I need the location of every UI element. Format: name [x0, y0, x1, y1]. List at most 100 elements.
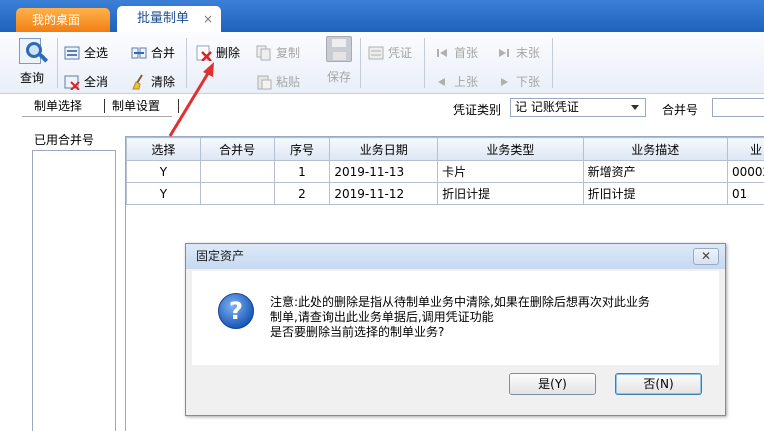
cell-select[interactable]: Y [126, 160, 201, 183]
column-header[interactable]: 业务日期 [329, 137, 439, 161]
tab-my-desktop[interactable]: 我的桌面 [16, 8, 110, 32]
cell-biz-no: 01 [727, 182, 764, 205]
cell-seq: 1 [273, 160, 331, 183]
tab-strip: 我的桌面 批量制单 × [0, 0, 764, 33]
dialog-message-line: 是否要删除当前选择的制单业务? [270, 325, 445, 339]
save-disk-icon [326, 36, 352, 62]
column-header[interactable]: 合并号 [199, 137, 275, 161]
chevron-down-icon [631, 105, 639, 110]
save-button[interactable]: 保存 [322, 36, 356, 85]
column-header[interactable]: 业务描述 [582, 137, 729, 161]
merge-no-input[interactable] [712, 98, 764, 117]
copy-button[interactable]: 复制 [256, 44, 300, 61]
column-header[interactable]: 选择 [126, 137, 201, 161]
tab-my-desktop-label: 我的桌面 [32, 13, 81, 27]
cell-seq: 2 [273, 182, 331, 205]
dialog-footer: 是(Y) 否(N) [186, 365, 725, 415]
next-label: 下张 [516, 75, 541, 89]
table-header-row: 选择 合并号 序号 业务日期 业务类型 业务描述 业 [126, 137, 764, 161]
cell-biz-type: 折旧计提 [437, 182, 584, 205]
merge-icon [131, 45, 147, 61]
cell-biz-desc: 新增资产 [582, 160, 729, 183]
merge-label: 合并 [151, 46, 176, 60]
tab-voucher-select[interactable]: 制单选择 [34, 97, 82, 114]
voucher-label: 凭证 [388, 46, 413, 60]
column-header[interactable]: 序号 [273, 137, 331, 161]
next-button[interactable]: 下张 [496, 73, 540, 90]
subtab-underline [22, 116, 172, 117]
voucher-type-select[interactable]: 记 记账凭证 [510, 98, 646, 117]
delete-label: 删除 [216, 46, 241, 60]
table-row[interactable]: Y 1 2019-11-13 卡片 新增资产 00002 [126, 160, 764, 183]
cell-date: 2019-11-13 [329, 160, 439, 183]
prev-icon [434, 74, 450, 90]
first-label: 首张 [454, 46, 479, 60]
cell-merge-no[interactable] [199, 160, 275, 183]
deselect-all-button[interactable]: 全消 [64, 73, 109, 91]
column-header[interactable]: 业 [727, 137, 764, 161]
next-icon [496, 74, 512, 90]
delete-button[interactable]: 删除 [196, 44, 241, 62]
copy-icon [256, 45, 272, 61]
toolbar-divider [186, 38, 187, 88]
prev-button[interactable]: 上张 [434, 73, 478, 90]
voucher-icon [368, 45, 384, 61]
last-icon [496, 45, 512, 61]
voucher-button[interactable]: 凭证 [368, 44, 412, 61]
magnifier-icon [16, 36, 49, 66]
cell-biz-type: 卡片 [437, 160, 584, 183]
column-header[interactable]: 业务类型 [437, 137, 584, 161]
tab-batch-voucher[interactable]: 批量制单 × [117, 6, 221, 33]
select-all-icon [64, 45, 80, 61]
cell-select[interactable]: Y [126, 182, 201, 205]
toolbar-divider [360, 38, 361, 88]
delete-icon [196, 45, 212, 62]
dialog-message-line: 注意:此处的删除是指从待制单业务中清除,如果在删除后想再次对此业务 [270, 295, 650, 309]
query-button[interactable]: 查询 [12, 36, 52, 86]
dialog-body: ? 注意:此处的删除是指从待制单业务中清除,如果在删除后想再次对此业务 制单,请… [192, 271, 719, 365]
toolbar: 查询 全选 全消 合并 清除 删除 复制 粘贴 保存 凭证 首张 末张 上张 下… [0, 32, 764, 94]
select-all-label: 全选 [84, 46, 109, 60]
tab-voucher-settings[interactable]: 制单设置 [112, 97, 160, 114]
save-label: 保存 [326, 70, 351, 84]
dialog-close-icon[interactable]: ✕ [693, 248, 719, 265]
confirm-dialog: 固定资产 ✕ ? 注意:此处的删除是指从待制单业务中清除,如果在删除后想再次对此… [185, 243, 726, 416]
deselect-icon [64, 74, 80, 91]
used-merge-no-list[interactable] [32, 150, 116, 431]
paste-icon [256, 74, 272, 90]
toolbar-divider [57, 38, 58, 88]
clear-broom-icon [131, 73, 147, 90]
query-label: 查询 [19, 71, 44, 85]
merge-no-label: 合并号 [662, 103, 699, 117]
dialog-title: 固定资产 [196, 249, 245, 263]
voucher-type-label: 凭证类别 [453, 103, 502, 117]
paste-label: 粘贴 [276, 75, 301, 89]
last-label: 末张 [516, 46, 541, 60]
cell-merge-no[interactable] [199, 182, 275, 205]
subtab-divider [104, 99, 105, 113]
subtab-bar: 制单选择 制单设置 [0, 95, 764, 119]
first-icon [434, 45, 450, 61]
merge-button[interactable]: 合并 [131, 44, 175, 61]
cell-biz-no: 00002 [727, 160, 764, 183]
dialog-title-bar: 固定资产 [186, 244, 725, 269]
clear-label: 清除 [151, 75, 176, 89]
clear-button[interactable]: 清除 [131, 73, 175, 90]
dialog-message-line: 制单,请查询出此业务单据后,调用凭证功能 [270, 310, 494, 324]
first-button[interactable]: 首张 [434, 44, 478, 61]
toolbar-divider [552, 38, 553, 88]
last-button[interactable]: 末张 [496, 44, 540, 61]
voucher-type-value: 记 记账凭证 [515, 100, 579, 114]
no-button[interactable]: 否(N) [615, 373, 702, 395]
deselect-all-label: 全消 [84, 75, 109, 89]
cell-biz-desc: 折旧计提 [582, 182, 729, 205]
copy-label: 复制 [276, 46, 301, 60]
tab-close-icon[interactable]: × [203, 6, 213, 32]
yes-button[interactable]: 是(Y) [509, 373, 596, 395]
paste-button[interactable]: 粘贴 [256, 73, 300, 90]
prev-label: 上张 [454, 75, 479, 89]
tab-batch-voucher-label: 批量制单 [137, 11, 190, 26]
table-row[interactable]: Y 2 2019-11-12 折旧计提 折旧计提 01 [126, 182, 764, 205]
dialog-message: 注意:此处的删除是指从待制单业务中清除,如果在删除后想再次对此业务 制单,请查询… [270, 295, 650, 340]
select-all-button[interactable]: 全选 [64, 44, 108, 61]
